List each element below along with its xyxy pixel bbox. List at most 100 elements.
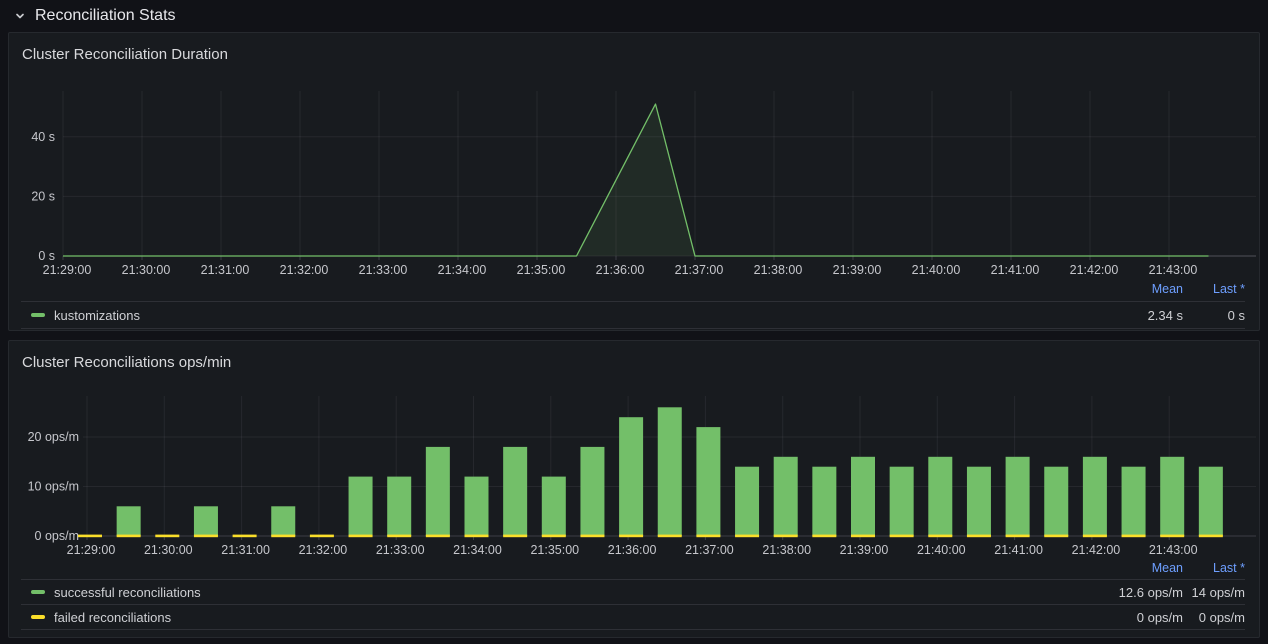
x-tick-label: 21:35:00	[530, 543, 579, 557]
x-tick-label: 21:32:00	[299, 543, 348, 557]
bar-successful	[1122, 467, 1146, 536]
bar-successful	[542, 477, 566, 536]
bar-failed-zero-dash	[1044, 535, 1068, 538]
legend-sort-last[interactable]: Last *	[1183, 282, 1245, 296]
x-tick-label: 21:37:00	[675, 263, 724, 277]
x-tick-label: 21:34:00	[438, 263, 487, 277]
bar-failed-zero-dash	[619, 535, 643, 538]
legend-last-value: 14 ops/m	[1183, 585, 1245, 600]
bar-successful	[1083, 457, 1107, 536]
x-tick-label: 21:29:00	[67, 543, 116, 557]
bar-failed-zero-dash	[696, 535, 720, 538]
bar-successful	[735, 467, 759, 536]
legend-label-failed[interactable]: failed reconciliations	[54, 610, 171, 625]
x-tick-label: 21:37:00	[685, 543, 734, 557]
bar-successful	[194, 506, 218, 536]
bar-failed-zero-dash	[735, 535, 759, 538]
x-tick-label: 21:40:00	[917, 543, 966, 557]
panel-cluster-reconciliations-ops: Cluster Reconciliations ops/min 0 ops/m1…	[8, 340, 1260, 638]
x-tick-label: 21:30:00	[122, 263, 171, 277]
bar-failed-zero-dash	[155, 535, 179, 538]
bar-failed-zero-dash	[117, 535, 141, 538]
legend-sort-mean[interactable]: Mean	[1088, 561, 1183, 575]
bar-successful	[774, 457, 798, 536]
x-tick-label: 21:31:00	[201, 263, 250, 277]
legend-mean-value: 2.34 s	[1088, 308, 1183, 323]
legend-sort-last[interactable]: Last *	[1183, 561, 1245, 575]
x-tick-label: 21:41:00	[994, 543, 1043, 557]
x-tick-label: 21:36:00	[608, 543, 657, 557]
legend-label-kustomizations[interactable]: kustomizations	[54, 308, 140, 323]
divider	[21, 629, 1245, 630]
series-area-fill	[63, 104, 1209, 256]
bar-successful	[851, 457, 875, 536]
x-tick-label: 21:36:00	[596, 263, 645, 277]
legend-header-row: Mean Last *	[21, 276, 1245, 301]
bar-successful	[928, 457, 952, 536]
legend-mean-value: 0 ops/m	[1088, 610, 1183, 625]
bar-failed-zero-dash	[194, 535, 218, 538]
x-tick-label: 21:38:00	[754, 263, 803, 277]
bar-failed-zero-dash	[465, 535, 489, 538]
x-tick-label: 21:29:00	[43, 263, 92, 277]
x-tick-label: 21:34:00	[453, 543, 502, 557]
section-row-toggle[interactable]: Reconciliation Stats	[13, 3, 176, 29]
bar-failed-zero-dash	[78, 535, 102, 538]
y-tick-label: 10 ops/m	[28, 480, 79, 494]
legend-label-successful[interactable]: successful reconciliations	[54, 585, 201, 600]
bar-successful	[271, 506, 295, 536]
duration-area-chart[interactable]: 0 s20 s40 s21:29:0021:30:0021:31:0021:32…	[9, 33, 1259, 279]
legend-header-row: Mean Last *	[21, 556, 1245, 579]
bar-failed-zero-dash	[890, 535, 914, 538]
bar-failed-zero-dash	[580, 535, 604, 538]
bar-successful	[117, 506, 141, 536]
x-tick-label: 21:35:00	[517, 263, 566, 277]
bar-failed-zero-dash	[928, 535, 952, 538]
bar-successful	[967, 467, 991, 536]
ops-legend: Mean Last * successful reconciliations 1…	[21, 556, 1245, 630]
bar-failed-zero-dash	[1122, 535, 1146, 538]
bar-successful	[1160, 457, 1184, 536]
bar-failed-zero-dash	[1006, 535, 1030, 538]
bar-successful	[503, 447, 527, 536]
bar-successful	[426, 447, 450, 536]
bar-failed-zero-dash	[387, 535, 411, 538]
bar-failed-zero-dash	[851, 535, 875, 538]
x-tick-label: 21:39:00	[840, 543, 889, 557]
divider	[21, 328, 1245, 329]
duration-legend: Mean Last * kustomizations 2.34 s 0 s	[21, 276, 1245, 329]
bar-failed-zero-dash	[967, 535, 991, 538]
panel-title-ops[interactable]: Cluster Reconciliations ops/min	[22, 354, 231, 371]
panel-title-duration[interactable]: Cluster Reconciliation Duration	[22, 46, 228, 63]
bar-successful	[465, 477, 489, 536]
legend-row-failed: failed reconciliations 0 ops/m 0 ops/m	[21, 605, 1245, 629]
x-tick-label: 21:43:00	[1149, 543, 1198, 557]
section-title: Reconciliation Stats	[35, 7, 176, 25]
x-tick-label: 21:42:00	[1070, 263, 1119, 277]
y-tick-label: 20 ops/m	[28, 430, 79, 444]
legend-row-kustomizations: kustomizations 2.34 s 0 s	[21, 302, 1245, 328]
x-tick-label: 21:40:00	[912, 263, 961, 277]
bar-successful	[696, 427, 720, 536]
series-marker	[31, 313, 45, 317]
bar-successful	[1199, 467, 1223, 536]
bar-failed-zero-dash	[233, 535, 257, 538]
ops-bar-chart[interactable]: 0 ops/m10 ops/m20 ops/m21:29:0021:30:002…	[9, 341, 1259, 561]
series-marker	[31, 590, 45, 594]
legend-sort-mean[interactable]: Mean	[1088, 282, 1183, 296]
x-tick-label: 21:43:00	[1149, 263, 1198, 277]
legend-mean-value: 12.6 ops/m	[1088, 585, 1183, 600]
panel-cluster-reconciliation-duration: Cluster Reconciliation Duration 0 s20 s4…	[8, 32, 1260, 331]
legend-row-successful: successful reconciliations 12.6 ops/m 14…	[21, 580, 1245, 604]
x-tick-label: 21:32:00	[280, 263, 329, 277]
bar-failed-zero-dash	[1160, 535, 1184, 538]
bar-successful	[1044, 467, 1068, 536]
x-tick-label: 21:39:00	[833, 263, 882, 277]
x-tick-label: 21:30:00	[144, 543, 193, 557]
x-tick-label: 21:33:00	[359, 263, 408, 277]
bar-failed-zero-dash	[542, 535, 566, 538]
legend-last-value: 0 ops/m	[1183, 610, 1245, 625]
bar-successful	[812, 467, 836, 536]
bar-failed-zero-dash	[349, 535, 373, 538]
bar-failed-zero-dash	[774, 535, 798, 538]
